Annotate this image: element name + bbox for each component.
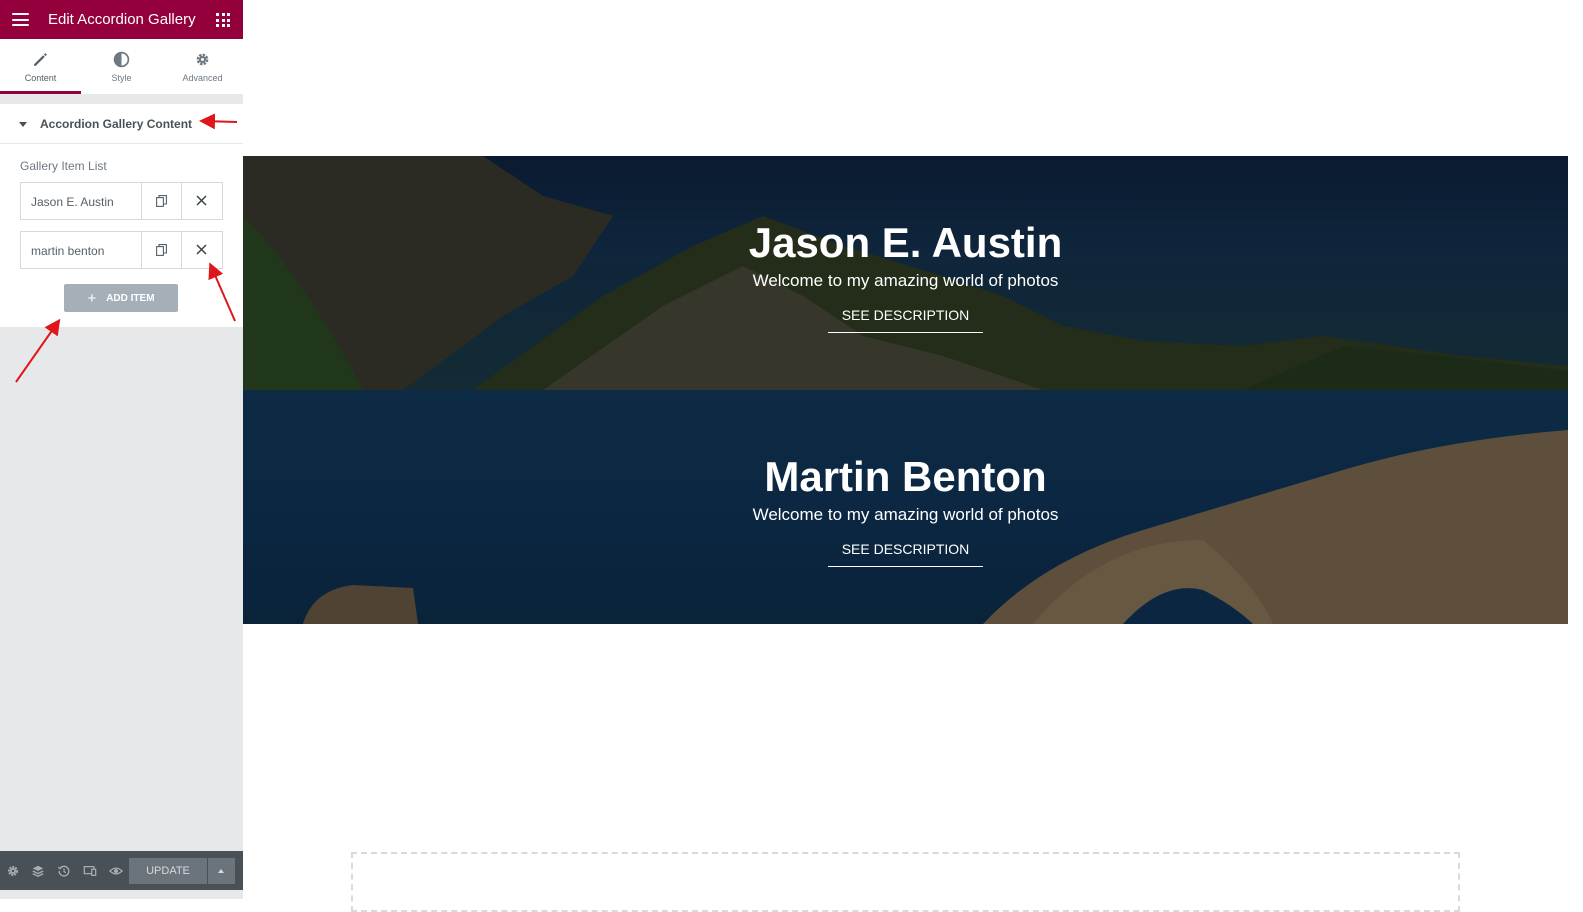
panel-heading: Martin Benton xyxy=(764,453,1047,500)
gallery-item-title[interactable]: martin benton xyxy=(21,232,142,268)
panel-subtitle: Welcome to my amazing world of photos xyxy=(752,271,1059,290)
section-toggle[interactable]: Accordion Gallery Content xyxy=(0,104,243,144)
eye-icon[interactable] xyxy=(109,864,123,878)
copy-icon xyxy=(156,195,167,207)
gallery-item-title[interactable]: Jason E. Austin xyxy=(21,183,142,219)
gallery-item-row: martin benton xyxy=(20,231,223,269)
panel-heading: Jason E. Austin xyxy=(748,219,1063,266)
tab-advanced-label: Advanced xyxy=(182,73,223,83)
contrast-icon xyxy=(113,51,130,68)
gallery-list-label: Gallery Item List xyxy=(20,159,107,173)
section-title: Accordion Gallery Content xyxy=(40,117,193,131)
panel-title: Edit Accordion Gallery xyxy=(48,11,196,28)
empty-section-dropzone[interactable] xyxy=(351,852,1460,912)
responsive-icon[interactable] xyxy=(83,864,97,878)
remove-button[interactable] xyxy=(182,232,222,268)
editor-sidebar: Edit Accordion Gallery Content Style Adv… xyxy=(0,0,243,899)
update-button[interactable]: UPDATE xyxy=(129,858,207,884)
remove-button[interactable] xyxy=(182,183,222,219)
add-item-label: ADD ITEM xyxy=(106,292,155,304)
editor-footer: UPDATE xyxy=(0,851,243,890)
see-description-link[interactable]: SEE DESCRIPTION xyxy=(828,307,983,333)
history-icon[interactable] xyxy=(57,864,71,878)
add-item-button[interactable]: + ADD ITEM xyxy=(64,284,178,312)
caret-down-icon xyxy=(19,122,27,127)
accordion-panel[interactable]: Jason E. Austin Welcome to my amazing wo… xyxy=(243,156,1568,390)
duplicate-button[interactable] xyxy=(142,183,182,219)
widgets-grid-icon[interactable] xyxy=(216,13,230,27)
close-icon xyxy=(196,195,207,206)
tab-advanced[interactable]: Advanced xyxy=(162,39,243,94)
settings-icon[interactable] xyxy=(6,864,20,878)
section-spacer xyxy=(0,94,243,104)
pencil-icon xyxy=(34,53,47,66)
panel-tabs: Content Style Advanced xyxy=(0,39,243,94)
see-description-link[interactable]: SEE DESCRIPTION xyxy=(828,541,983,567)
accordion-panel[interactable]: Martin Benton Welcome to my amazing worl… xyxy=(243,390,1568,624)
section-body: Gallery Item List Jason E. Austin martin… xyxy=(0,144,243,327)
plus-icon: + xyxy=(87,289,97,307)
gear-icon xyxy=(196,53,209,66)
save-options-button[interactable] xyxy=(208,858,235,884)
gallery-item-row: Jason E. Austin xyxy=(20,182,223,220)
copy-icon xyxy=(156,244,167,256)
layers-icon[interactable] xyxy=(31,864,45,878)
duplicate-button[interactable] xyxy=(142,232,182,268)
tab-content[interactable]: Content xyxy=(0,39,81,94)
tab-style[interactable]: Style xyxy=(81,39,162,94)
close-icon xyxy=(196,244,207,255)
editor-header: Edit Accordion Gallery xyxy=(0,0,243,39)
menu-icon[interactable] xyxy=(12,13,29,26)
tab-content-label: Content xyxy=(24,73,57,83)
panel-subtitle: Welcome to my amazing world of photos xyxy=(752,505,1059,524)
tab-style-label: Style xyxy=(111,73,132,83)
